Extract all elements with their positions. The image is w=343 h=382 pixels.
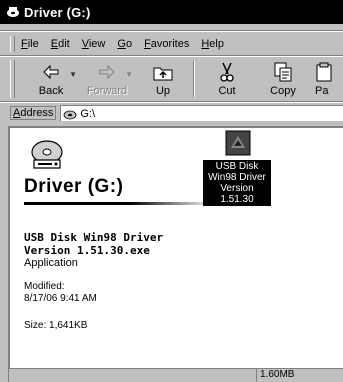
web-view-panel: Driver (G:) USB Disk Win98 Driver Versio… <box>10 128 220 368</box>
menu-favorites[interactable]: Favorites <box>144 38 189 50</box>
installer-icon <box>225 130 251 156</box>
menu-bar: File Edit View Go Favorites Help <box>0 34 343 54</box>
modified-label: Modified: <box>24 281 65 292</box>
panel-drive-title: Driver (G:) <box>24 176 124 197</box>
copy-label: Copy <box>270 85 296 97</box>
toolbar-separator <box>193 61 195 97</box>
caption-line: Win98 Driver <box>208 172 266 183</box>
cut-label: Cut <box>218 85 236 97</box>
modified-value: 8/17/06 9:41 AM <box>24 293 97 304</box>
up-label: Up <box>155 85 171 97</box>
paste-button[interactable]: Pa <box>311 58 341 100</box>
address-value: G:\ <box>80 107 96 120</box>
status-size: 1.60MB <box>260 369 295 380</box>
window-title: Driver (G:) <box>24 4 91 20</box>
menu-file[interactable]: File <box>21 38 39 50</box>
file-item-caption: USB Disk Win98 Driver Version 1.51.30 <box>203 160 271 206</box>
status-bar: 1.60MB <box>0 368 343 382</box>
address-bar: Address G:\ <box>0 104 343 122</box>
selected-file-name: USB Disk Win98 Driver Version 1.51.30.ex… <box>24 231 164 257</box>
back-dropdown-icon[interactable]: ▼ <box>69 70 77 79</box>
back-button[interactable]: Back ▼ <box>23 58 79 100</box>
forward-label: Forward <box>86 85 128 97</box>
address-top-rule <box>0 101 343 103</box>
back-label: Back <box>38 85 64 97</box>
forward-dropdown-icon[interactable]: ▼ <box>125 70 133 79</box>
drive-icon <box>7 7 19 17</box>
up-button[interactable]: Up <box>135 58 191 100</box>
menu-go[interactable]: Go <box>117 38 132 50</box>
panel-title-underline <box>24 202 216 205</box>
menubar-grip[interactable] <box>10 36 15 52</box>
forward-arrow-icon <box>99 64 115 80</box>
toolbar-top-rule <box>0 55 343 57</box>
address-input[interactable]: G:\ <box>60 105 343 121</box>
copy-icon <box>274 62 292 82</box>
drive-icon <box>63 110 77 119</box>
status-pane-main <box>8 368 256 382</box>
menu-help[interactable]: Help <box>201 38 224 50</box>
caption-line: USB Disk <box>215 161 259 172</box>
menu-view[interactable]: View <box>82 38 106 50</box>
menubar-top-rule <box>0 30 343 32</box>
title-bar[interactable]: Driver (G:) <box>0 0 343 24</box>
up-folder-icon <box>153 67 173 81</box>
paste-label: Pa <box>315 85 329 97</box>
toolbar: Back ▼ Forward ▼ Up Cut Copy Pa <box>0 58 343 100</box>
forward-button[interactable]: Forward ▼ <box>79 58 135 100</box>
toolbar-grip[interactable] <box>10 60 15 98</box>
copy-button[interactable]: Copy <box>255 58 311 100</box>
cut-button[interactable]: Cut <box>199 58 255 100</box>
status-pane-size: 1.60MB <box>256 368 343 382</box>
scissors-icon <box>220 62 234 82</box>
folder-view[interactable]: Driver (G:) USB Disk Win98 Driver Versio… <box>8 126 343 368</box>
caption-line: Version <box>220 183 254 194</box>
explorer-window: Driver (G:) File Edit View Go Favorites … <box>0 0 343 382</box>
cd-drive-icon <box>31 140 63 169</box>
paste-icon <box>316 62 332 82</box>
menu-edit[interactable]: Edit <box>51 38 70 50</box>
back-arrow-icon <box>43 64 59 80</box>
file-size: Size: 1,641KB <box>24 320 88 331</box>
caption-line: 1.51.30 <box>220 194 254 205</box>
selected-file-type: Application <box>24 257 78 269</box>
address-label: Address <box>10 106 57 120</box>
